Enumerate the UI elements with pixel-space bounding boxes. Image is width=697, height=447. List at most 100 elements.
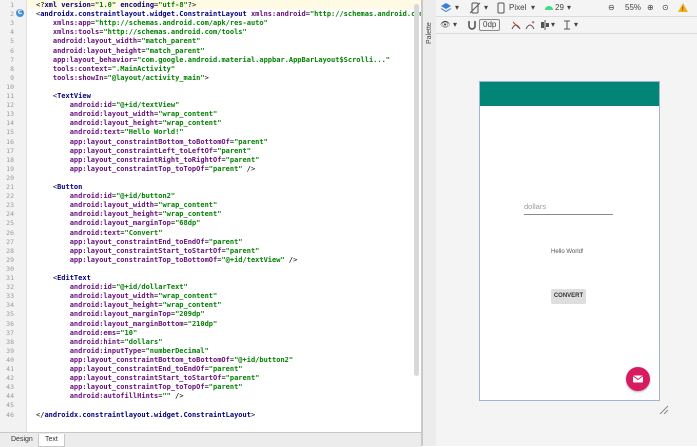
code-line[interactable]: android:layout_height="match_parent" [36,47,205,56]
zoom-level: 55% [625,3,642,12]
line-number: 24 [6,210,14,219]
code-line[interactable]: <?xml version="1.0" encoding="utf-8"?> [36,1,196,10]
code-line[interactable]: android:text="Hello World!" [36,128,184,137]
chevron-down-icon[interactable]: ▾ [531,2,535,14]
class-marker-icon[interactable]: C [16,9,24,17]
dollar-text-input[interactable]: dollars [524,200,613,215]
line-number: 23 [6,201,14,210]
code-line[interactable]: app:layout_constraintTop_toTopOf="parent… [36,165,255,174]
device-selector[interactable]: Pixel [509,2,526,14]
default-margin-field[interactable]: 0dp [479,19,501,31]
code-line[interactable]: android:layout_height="wrap_content" [36,301,222,310]
palette-strip [423,0,437,446]
tab-design[interactable]: Design [5,434,39,446]
line-number: 8 [10,64,14,73]
line-number: 28 [6,246,14,255]
line-number: 18 [6,155,14,164]
code-line[interactable]: app:layout_constraintStart_toStartOf="pa… [36,247,260,256]
device-preview[interactable]: dollars Hello World! CONVERT [479,81,660,401]
code-line[interactable]: <androidx.constraintlayout.widget.Constr… [36,10,421,19]
code-line[interactable]: android:layout_width="wrap_content" [36,292,218,301]
code-line[interactable]: app:layout_constraintBottom_toBottomOf="… [36,138,268,147]
chevron-down-icon[interactable]: ▾ [567,2,571,14]
chevron-down-icon[interactable]: ▾ [453,19,457,31]
hello-text-view[interactable]: Hello World! [551,249,584,255]
orientation-icon[interactable] [469,2,481,14]
code-line[interactable]: xmlns:app="http://schemas.android.com/ap… [36,19,268,28]
code-line[interactable]: android:id="@+id/button2" [36,192,175,201]
code-line[interactable]: app:layout_constraintRight_toRightOf="pa… [36,156,260,165]
envelope-icon [633,375,643,383]
code-line[interactable]: android:layout_height="wrap_content" [36,119,222,128]
design-toolbar-bottom: 👁 ▾ 0dp ✦ ▾ ▾ [436,17,697,34]
code-line[interactable]: app:layout_constraintLeft_toLeftOf="pare… [36,147,251,156]
palette-toggle[interactable]: Palette [425,4,435,44]
design-toolbar-top: ▾ ▾ Pixel ▾ 29 ▾ ⊖ 55% ⊕ ⊙ ! [436,0,697,17]
code-line[interactable]: app:layout_constraintStart_toStartOf="pa… [36,374,260,383]
code-line[interactable]: android:text="Convert" [36,229,163,238]
code-line[interactable]: android:ems="10" [36,329,137,338]
line-number: 46 [6,410,14,419]
code-line[interactable]: <TextView [36,92,91,101]
code-line[interactable]: android:layout_width="wrap_content" [36,110,218,119]
code-line[interactable]: android:layout_width="wrap_content" [36,201,218,210]
line-number: 14 [6,119,14,128]
code-line[interactable]: <EditText [36,274,91,283]
code-line[interactable]: android:inputType="numberDecimal" [36,347,209,356]
line-number: 2 [10,10,14,19]
line-number: 13 [6,110,14,119]
code-editor[interactable]: 1 2 3 4 5 6 7 8 9 10 11 12 13 14 15 16 17 18 19 20 21 22 23 24 2… [0,0,421,432]
line-number: 22 [6,192,14,201]
code-line[interactable]: android:layout_marginBottom="210dp" [36,320,218,329]
api-level-selector[interactable]: 29 [555,2,564,14]
code-line[interactable]: </androidx.constraintlayout.widget.Const… [36,411,255,420]
code-line[interactable]: tools:context=".MainActivity" [36,65,175,74]
app-bar[interactable] [480,82,659,106]
chevron-down-icon[interactable]: ▾ [551,19,555,31]
code-line[interactable]: android:id="@+id/dollarText" [36,283,188,292]
view-options-icon[interactable]: 👁 [440,19,450,31]
code-line[interactable]: android:layout_marginTop="209dp" [36,310,205,319]
line-number: 30 [6,264,14,273]
code-line[interactable]: android:layout_height="wrap_content" [36,210,222,219]
code-line[interactable]: app:layout_behavior="com.google.android.… [36,56,390,65]
convert-button[interactable]: CONVERT [551,289,586,304]
infer-constraints-icon[interactable]: ✦ [524,19,536,31]
clear-constraints-icon[interactable] [510,19,522,31]
code-line[interactable]: tools:showIn="@layout/activity_main"> [36,74,209,83]
zoom-in-icon[interactable]: ⊕ [647,2,654,14]
line-number-gutter: 1 2 3 4 5 6 7 8 9 10 11 12 13 14 15 16 17 18 19 20 21 22 23 24 2… [0,0,27,432]
chevron-down-icon[interactable]: ▾ [484,2,488,14]
android-icon[interactable] [543,2,555,14]
line-number: 20 [6,173,14,182]
editor-vertical-scrollbar[interactable] [414,4,419,376]
code-line[interactable]: android:layout_marginTop="68dp" [36,219,201,228]
device-icon[interactable] [496,2,506,14]
zoom-to-fit-icon[interactable]: ⊙ [662,2,669,14]
tab-text[interactable]: Text [38,434,65,447]
code-line[interactable]: android:layout_width="match_parent" [36,37,201,46]
code-line[interactable]: app:layout_constraintTop_toBottomOf="@+i… [36,256,298,265]
code-line[interactable]: xmlns:tools="http://schemas.android.com/… [36,28,247,37]
zoom-out-icon[interactable]: ⊖ [608,2,615,14]
code-line[interactable]: android:id="@+id/textView" [36,101,180,110]
magnet-icon[interactable] [467,19,477,31]
line-number: 32 [6,283,14,292]
code-line[interactable]: <Button [36,183,83,192]
line-number: 42 [6,374,14,383]
resize-handle-icon[interactable] [659,400,669,415]
chevron-down-icon[interactable]: ▾ [455,2,459,14]
code-line[interactable]: app:layout_constraintBottom_toBottomOf="… [36,356,293,365]
code-line[interactable]: app:layout_constraintTop_toTopOf="parent… [36,383,243,392]
code-line[interactable]: app:layout_constraintEnd_toEndOf="parent… [36,365,243,374]
code-line[interactable]: android:hint="dollars" [36,338,163,347]
pack-icon[interactable] [539,19,551,31]
email-fab[interactable] [626,367,650,391]
guidelines-icon[interactable] [562,19,572,31]
warnings-icon[interactable]: ! [677,2,689,14]
code-line[interactable]: android:autofillHints="" /> [36,392,184,401]
code-line[interactable]: app:layout_constraintEnd_toEndOf="parent… [36,238,243,247]
editor-mode-tabs: Design Text [0,432,421,447]
layers-icon[interactable] [440,2,452,14]
chevron-down-icon[interactable]: ▾ [574,19,578,31]
